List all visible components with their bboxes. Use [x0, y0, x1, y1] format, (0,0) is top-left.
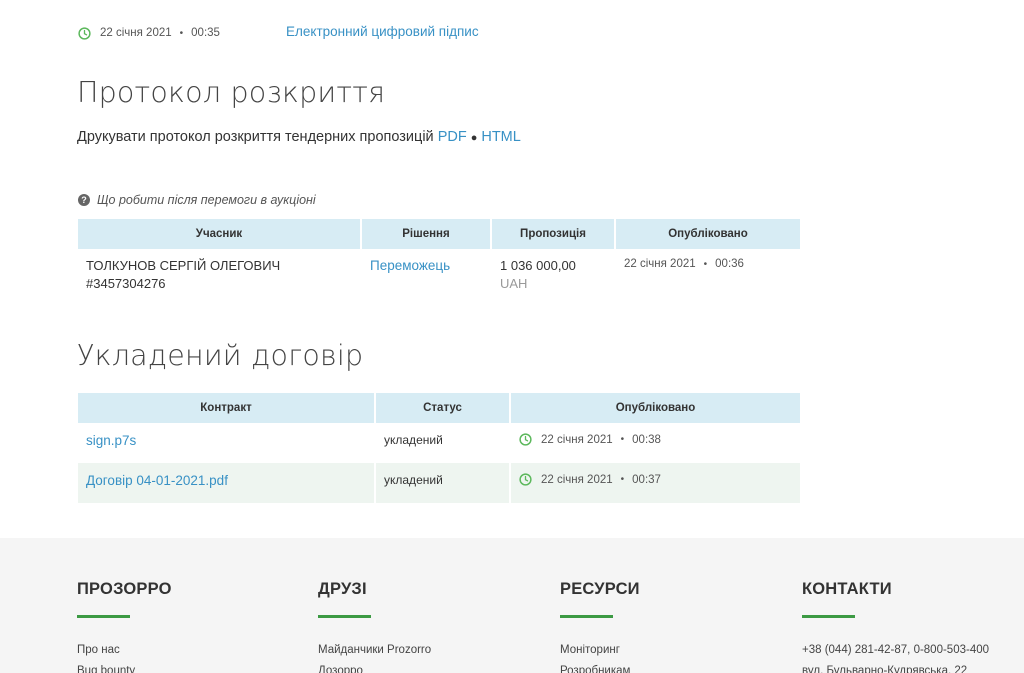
- contracts-table: Контракт Статус Опубліковано sign.p7s ук…: [78, 393, 800, 503]
- clock-icon: [519, 433, 532, 446]
- publish-time: 00:35: [191, 27, 220, 39]
- footer-heading-underline: [318, 615, 371, 618]
- footer-link[interactable]: Розробникам: [560, 665, 640, 673]
- footer-column-friends: ДРУЗІ Майданчики Prozorro Дозорро: [318, 580, 431, 673]
- footer-heading-underline: [560, 615, 613, 618]
- bid-amount: 1 036 000,00: [500, 258, 576, 273]
- footer-heading-underline: [802, 615, 855, 618]
- contracts-table-header: Контракт Статус Опубліковано: [78, 393, 800, 423]
- column-header-contract-published: Опубліковано: [511, 393, 800, 423]
- dot-separator: •: [179, 27, 184, 39]
- bid-cell: 1 036 000,00 UAH: [492, 249, 616, 309]
- contract-published-timestamp: 22 січня 2021 • 00:37: [519, 473, 792, 486]
- pdf-link[interactable]: PDF: [438, 129, 467, 145]
- column-header-published: Опубліковано: [616, 219, 800, 249]
- contract-published-date: 22 січня 2021: [541, 433, 613, 446]
- decision-cell: Переможець: [362, 249, 492, 309]
- footer-heading: ПРОЗОРРО: [77, 580, 172, 598]
- participant-cell: ТОЛКУНОВ СЕРГІЙ ОЛЕГОВИЧ #3457304276: [78, 249, 362, 309]
- bid-currency: UAH: [500, 276, 528, 291]
- column-header-participant: Учасник: [78, 219, 362, 249]
- table-row: ТОЛКУНОВ СЕРГІЙ ОЛЕГОВИЧ #3457304276 Пер…: [78, 249, 800, 309]
- after-win-help-text[interactable]: Що робити після перемоги в аукціоні: [97, 193, 316, 207]
- contract-file-link[interactable]: Договір 04-01-2021.pdf: [86, 473, 228, 488]
- after-win-help[interactable]: ? Що робити після перемоги в аукціоні: [78, 193, 316, 207]
- clock-icon: [78, 26, 91, 40]
- clock-icon: [519, 473, 532, 486]
- contract-status: укладений: [376, 463, 511, 503]
- footer-heading: ДРУЗІ: [318, 580, 367, 598]
- winner-link[interactable]: Переможець: [370, 258, 450, 273]
- bid-published-date: 22 січня 2021: [624, 258, 696, 270]
- publish-date: 22 січня 2021: [100, 27, 172, 39]
- column-header-decision: Рішення: [362, 219, 492, 249]
- contract-published-time: 00:38: [632, 433, 661, 446]
- footer-heading: РЕСУРСИ: [560, 580, 640, 598]
- link-separator: ●: [470, 132, 478, 144]
- bid-published-timestamp: 22 січня 2021 • 00:36: [624, 258, 792, 270]
- dot-separator: •: [620, 474, 625, 485]
- contract-file-cell: sign.p7s: [78, 423, 376, 463]
- contract-status: укладений: [376, 423, 511, 463]
- footer-contact-phone: +38 (044) 281-42-87, 0-800-503-400: [802, 644, 990, 656]
- column-header-status: Статус: [376, 393, 511, 423]
- footer-column-resources: РЕСУРСИ Моніторинг Розробникам: [560, 580, 640, 673]
- dot-separator: •: [703, 258, 708, 270]
- protocol-title: Протокол розкриття: [77, 76, 386, 109]
- contract-file-link[interactable]: sign.p7s: [86, 433, 136, 448]
- footer-column-contacts: КОНТАКТИ +38 (044) 281-42-87, 0-800-503-…: [802, 580, 989, 673]
- print-protocol-text: Друкувати протокол розкриття тендерних п…: [77, 129, 434, 145]
- footer-column-prozorro: ПРОЗОРРО Про нас Bug bounty: [77, 580, 172, 673]
- footer-link[interactable]: Дозорро: [318, 665, 431, 673]
- contract-published-time: 00:37: [632, 473, 661, 486]
- contract-file-cell: Договір 04-01-2021.pdf: [78, 463, 376, 503]
- footer-link[interactable]: Bug bounty: [77, 665, 172, 673]
- dot-separator: •: [620, 434, 625, 445]
- bids-table-header: Учасник Рішення Пропозиція Опубліковано: [78, 219, 800, 249]
- contract-title: Укладений договір: [77, 339, 364, 372]
- contract-published-cell: 22 січня 2021 • 00:38: [511, 423, 800, 463]
- digital-signature-link[interactable]: Електронний цифровий підпис: [286, 24, 479, 39]
- bids-table: Учасник Рішення Пропозиція Опубліковано …: [78, 219, 800, 309]
- column-header-contract: Контракт: [78, 393, 376, 423]
- html-link[interactable]: HTML: [481, 129, 520, 145]
- contract-published-timestamp: 22 січня 2021 • 00:38: [519, 433, 792, 446]
- contract-published-cell: 22 січня 2021 • 00:37: [511, 463, 800, 503]
- participant-id: #3457304276: [86, 276, 166, 291]
- column-header-bid: Пропозиція: [492, 219, 616, 249]
- footer-link[interactable]: Майданчики Prozorro: [318, 644, 431, 665]
- print-protocol-line: Друкувати протокол розкриття тендерних п…: [77, 129, 521, 145]
- question-circle-icon: ?: [78, 194, 90, 206]
- site-footer: ПРОЗОРРО Про нас Bug bounty ДРУЗІ Майдан…: [0, 538, 1024, 673]
- footer-heading: КОНТАКТИ: [802, 580, 892, 598]
- footer-contact-address: вул. Бульварно-Кудрявська, 22: [802, 665, 968, 673]
- table-row: Договір 04-01-2021.pdf укладений 22 січн…: [78, 463, 800, 503]
- publish-timestamp: 22 січня 2021 • 00:35: [78, 24, 220, 42]
- footer-link[interactable]: Моніторинг: [560, 644, 640, 665]
- footer-heading-underline: [77, 615, 130, 618]
- bid-published-time: 00:36: [715, 258, 744, 270]
- table-row: sign.p7s укладений 22 січня 2021 • 00:38: [78, 423, 800, 463]
- published-cell: 22 січня 2021 • 00:36: [616, 249, 800, 309]
- footer-link[interactable]: Про нас: [77, 644, 172, 665]
- contract-published-date: 22 січня 2021: [541, 473, 613, 486]
- participant-name: ТОЛКУНОВ СЕРГІЙ ОЛЕГОВИЧ: [86, 258, 281, 273]
